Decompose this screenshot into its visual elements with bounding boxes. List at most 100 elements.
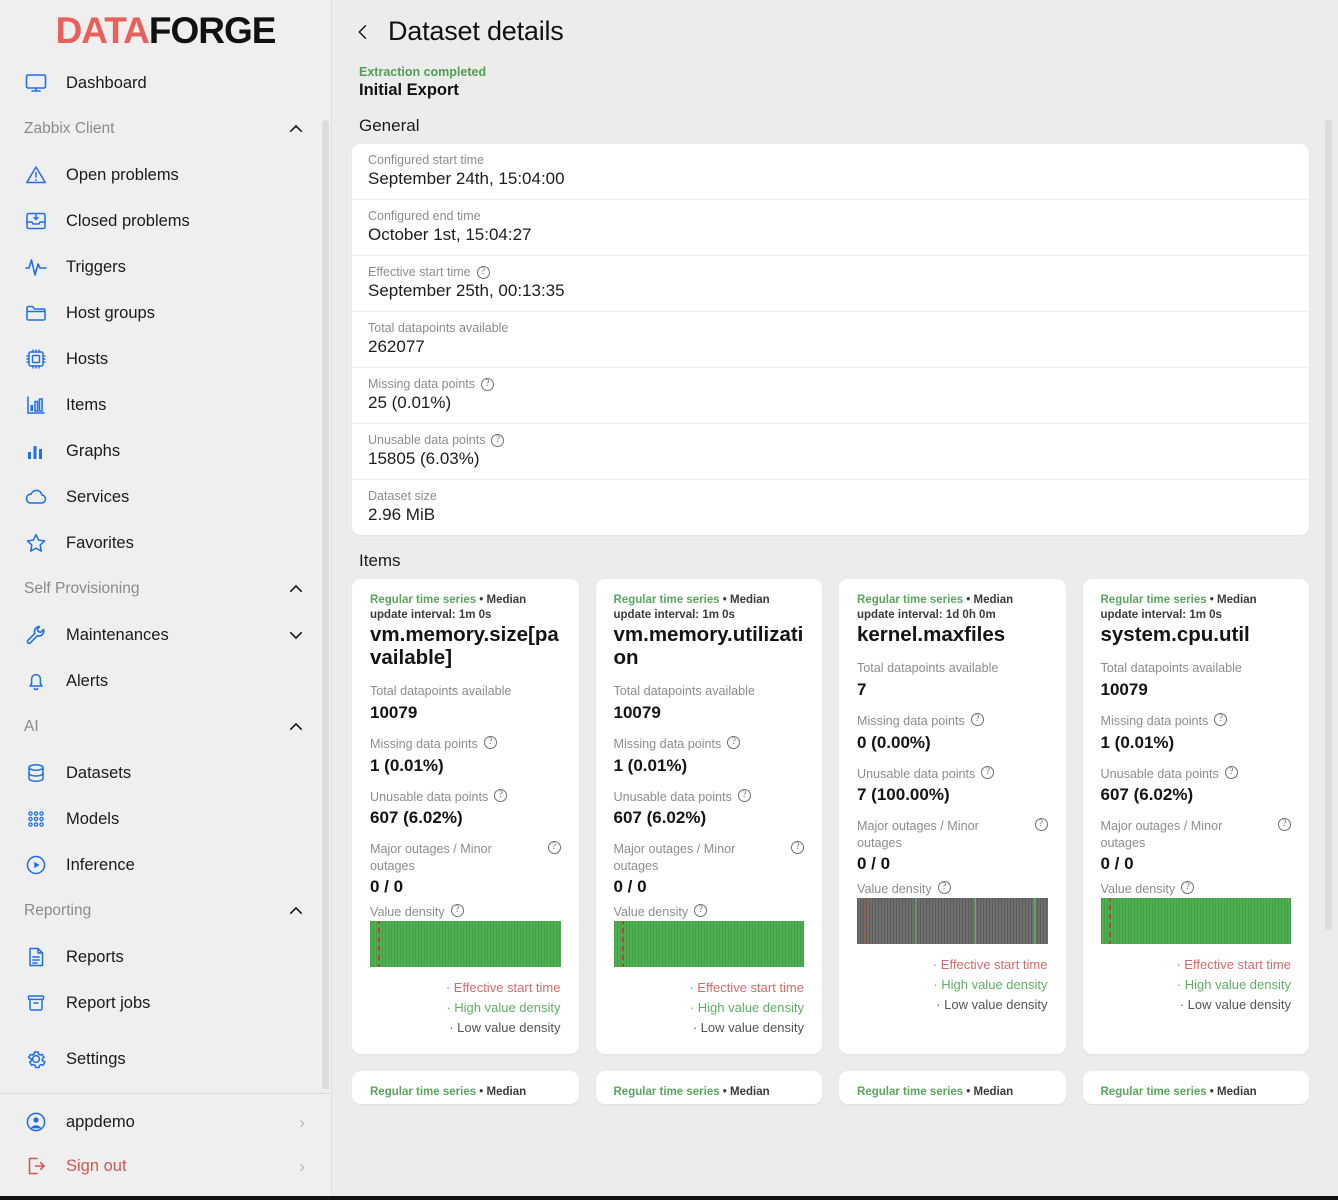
help-icon[interactable]: ? — [491, 434, 504, 447]
item-total-value: 10079 — [1101, 680, 1292, 700]
item-update-interval: update interval: 1m 0s — [370, 609, 491, 621]
help-icon[interactable]: ? — [981, 766, 994, 779]
back-button[interactable] — [352, 17, 374, 47]
sidebar-item-label: Hosts — [66, 350, 108, 369]
brand-logo[interactable]: DATAFORGE — [0, 0, 331, 58]
help-icon[interactable]: ? — [694, 904, 707, 917]
item-kind: Regular time series • Median update inte… — [614, 593, 805, 622]
general-row-value: 15805 (6.03%) — [368, 449, 1293, 469]
sidebar-item-label: Favorites — [66, 534, 134, 553]
item-kind-agg: • Median — [720, 594, 770, 606]
help-icon[interactable]: ? — [1278, 818, 1291, 831]
sidebar-item-maintenances[interactable]: Maintenances — [0, 612, 331, 658]
help-icon[interactable]: ? — [1225, 766, 1238, 779]
sidebar-scrollbar[interactable] — [322, 120, 329, 1089]
sidebar-item-sign-out[interactable]: Sign out › — [0, 1144, 331, 1188]
help-icon[interactable]: ? — [451, 904, 464, 917]
sidebar-item-appdemo[interactable]: appdemo › — [0, 1100, 331, 1144]
help-icon[interactable]: ? — [738, 789, 751, 802]
value-density-bar — [1101, 898, 1292, 944]
help-icon[interactable]: ? — [971, 713, 984, 726]
help-icon[interactable]: ? — [484, 736, 497, 749]
help-icon[interactable]: ? — [494, 789, 507, 802]
dataset-name: Initial Export — [352, 81, 1338, 100]
sidebar-item-report-jobs[interactable]: Report jobs — [0, 980, 331, 1026]
item-unusable-label: Unusable data points? — [614, 789, 805, 806]
item-card[interactable]: Regular time series • Median — [596, 1071, 823, 1104]
item-unusable-block: Unusable data points? 7 (100.00%) — [857, 766, 1048, 806]
sidebar-group-ai[interactable]: AI — [0, 704, 331, 750]
help-icon[interactable]: ? — [1035, 818, 1048, 831]
general-row: Configured start time September 24th, 15… — [352, 144, 1309, 200]
help-icon[interactable]: ? — [1214, 713, 1227, 726]
help-icon[interactable]: ? — [727, 736, 740, 749]
help-icon[interactable]: ? — [477, 266, 490, 279]
density-legend: · Effective start time · High value dens… — [1101, 955, 1292, 1015]
item-outages-block: Major outages / Minor outages? 0 / 0 — [1101, 818, 1292, 874]
sidebar-item-models[interactable]: Models — [0, 796, 331, 842]
sidebar-item-items[interactable]: Items — [0, 382, 331, 428]
legend-effective-start: · Effective start time — [370, 978, 561, 998]
item-density-label: Value density? — [1101, 881, 1292, 898]
item-card[interactable]: Regular time series • Median — [352, 1071, 579, 1104]
item-missing-value: 1 (0.01%) — [370, 756, 561, 776]
item-unusable-block: Unusable data points? 607 (6.02%) — [614, 789, 805, 829]
sidebar-footer: appdemo › Sign out › — [0, 1094, 331, 1200]
item-kind-type: Regular time series — [1101, 1086, 1207, 1098]
sidebar-item-services[interactable]: Services — [0, 474, 331, 520]
main-scrollbar[interactable] — [1325, 120, 1332, 930]
help-icon[interactable]: ? — [481, 378, 494, 391]
sidebar-item-open-problems[interactable]: Open problems — [0, 152, 331, 198]
general-row: Total datapoints available 262077 — [352, 312, 1309, 368]
legend-effective-start: · Effective start time — [614, 978, 805, 998]
chevron-up-icon — [287, 902, 305, 920]
help-icon[interactable]: ? — [1181, 881, 1194, 894]
item-total-block: Total datapoints available 10079 — [370, 683, 561, 723]
star-icon — [24, 531, 48, 555]
effective-start-marker — [1109, 898, 1111, 944]
help-icon[interactable]: ? — [548, 841, 561, 854]
sidebar-item-datasets[interactable]: Datasets — [0, 750, 331, 796]
sidebar-group-reporting[interactable]: Reporting — [0, 888, 331, 934]
help-icon[interactable]: ? — [791, 841, 804, 854]
sidebar-item-inference[interactable]: Inference — [0, 842, 331, 888]
sidebar-group-zabbix-client[interactable]: Zabbix Client — [0, 106, 331, 152]
sidebar-item-reports[interactable]: Reports — [0, 934, 331, 980]
sidebar-group-self-provisioning[interactable]: Self Provisioning — [0, 566, 331, 612]
item-outages-block: Major outages / Minor outages? 0 / 0 — [857, 818, 1048, 874]
item-missing-value: 0 (0.00%) — [857, 733, 1048, 753]
item-kind-agg: • Median — [963, 1086, 1013, 1098]
item-kind-type: Regular time series — [1101, 594, 1207, 606]
sidebar-item-graphs[interactable]: Graphs — [0, 428, 331, 474]
sidebar-item-dashboard[interactable]: Dashboard — [0, 60, 331, 106]
help-icon[interactable]: ? — [938, 881, 951, 894]
sidebar-item-label: Closed problems — [66, 212, 190, 231]
item-card[interactable]: Regular time series • Median update inte… — [596, 579, 823, 1054]
chip-icon — [24, 347, 48, 371]
general-row: Configured end time October 1st, 15:04:2… — [352, 200, 1309, 256]
general-row: Dataset size 2.96 MiB — [352, 480, 1309, 535]
legend-low-density: · Low value density — [614, 1018, 805, 1038]
item-card[interactable]: Regular time series • Median update inte… — [352, 579, 579, 1054]
item-card[interactable]: Regular time series • Median — [839, 1071, 1066, 1104]
item-card[interactable]: Regular time series • Median — [1083, 1071, 1310, 1104]
sidebar-item-label: Dashboard — [66, 74, 147, 93]
sidebar-item-triggers[interactable]: Triggers — [0, 244, 331, 290]
legend-effective-start: · Effective start time — [857, 955, 1048, 975]
item-card[interactable]: Regular time series • Median update inte… — [839, 579, 1066, 1054]
item-card[interactable]: Regular time series • Median update inte… — [1083, 579, 1310, 1054]
sidebar-item-closed-problems[interactable]: Closed problems — [0, 198, 331, 244]
item-outages-block: Major outages / Minor outages? 0 / 0 — [614, 841, 805, 897]
item-unusable-label: Unusable data points? — [857, 766, 1048, 783]
item-total-block: Total datapoints available 10079 — [614, 683, 805, 723]
sidebar-item-host-groups[interactable]: Host groups — [0, 290, 331, 336]
sidebar-item-settings[interactable]: Settings — [0, 1036, 331, 1082]
sidebar-item-hosts[interactable]: Hosts — [0, 336, 331, 382]
sidebar-item-alerts[interactable]: Alerts — [0, 658, 331, 704]
sidebar-nav-scroll[interactable]: Dashboard Zabbix Client Open problems — [0, 58, 331, 1089]
item-kind: Regular time series • Median — [857, 1085, 1048, 1100]
chevron-down-icon[interactable] — [287, 626, 305, 644]
sidebar-item-favorites[interactable]: Favorites — [0, 520, 331, 566]
sidebar-item-label: Services — [66, 488, 129, 507]
sidebar-item-label: Maintenances — [66, 626, 169, 645]
